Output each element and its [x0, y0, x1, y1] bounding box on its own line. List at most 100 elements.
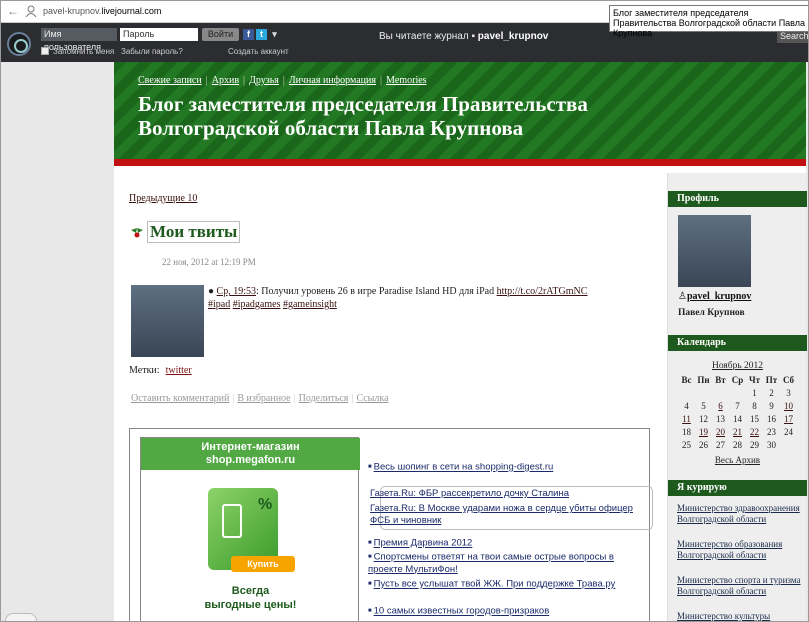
ad-block: Интернет-магазин shop.megafon.ru % Купить… — [129, 428, 653, 621]
ad-link[interactable]: Газета.Ru: ФБР рассекретило дочку Сталин… — [370, 488, 645, 500]
previous-entries-link[interactable]: Предыдущие 10 — [129, 193, 197, 204]
calendar-day[interactable]: 19 — [695, 425, 712, 438]
user-icon — [25, 5, 37, 17]
calendar-day: 5 — [701, 400, 706, 411]
comment-link[interactable]: Оставить комментарий — [131, 393, 229, 404]
calendar-day: 1 — [752, 387, 757, 398]
calendar-day: 23 — [767, 426, 776, 437]
nav-memories[interactable]: Memories — [386, 75, 427, 86]
sidebar: Профиль ♙pavel_krupnov Павел Крупнов Кал… — [667, 173, 807, 621]
post-title[interactable]: Мои твиты — [147, 221, 241, 243]
title-tooltip: Блог заместителя председателя Правительс… — [609, 5, 808, 38]
ad-link[interactable]: Газета.Ru: В Москве ударами ножа в сердц… — [370, 503, 645, 527]
journal-user-icon: ▪ — [471, 31, 475, 42]
calendar-day: 13 — [716, 413, 725, 424]
calendar-day: 2 — [769, 387, 774, 398]
browser-window: ← pavel-krupnov.livejournal.com Блог зам… — [0, 0, 809, 622]
calendar-day[interactable]: 22 — [746, 425, 763, 438]
scroll-handle[interactable] — [5, 613, 37, 621]
calendar-empty — [729, 386, 746, 399]
holly-icon — [131, 228, 143, 238]
curated-link[interactable]: Министерство культуры — [677, 611, 802, 621]
tag-link[interactable]: twitter — [166, 365, 192, 376]
username-input[interactable]: Имя пользователя — [41, 28, 117, 52]
hashtag-link[interactable]: #ipadgames — [233, 299, 281, 310]
url-text[interactable]: pavel-krupnov.livejournal.com — [43, 6, 161, 16]
ad-link[interactable]: Премия Дарвина 2012 — [368, 537, 648, 550]
weekday-label: Вс — [681, 374, 692, 385]
calendar-heading: Календарь — [668, 335, 807, 351]
blog-nav: Свежие записи | Архив | Друзья | Личная информ… — [138, 75, 427, 86]
archive-link[interactable]: Весь Архив — [668, 455, 807, 465]
calendar-day: 25 — [682, 439, 691, 450]
twitter-icon[interactable]: t — [256, 29, 267, 40]
curate-heading: Я курирую — [668, 480, 807, 496]
create-account-link[interactable]: Создать аккаунт — [228, 47, 289, 56]
megafon-banner[interactable]: Интернет-магазин shop.megafon.ru % Купить… — [140, 437, 360, 621]
nav-archive[interactable]: Архив — [212, 75, 239, 86]
ad-link[interactable]: Весь шопинг в сети на shopping-digest.ru — [368, 461, 648, 474]
post-actions: Оставить комментарий | В избранное | Поделит… — [131, 393, 389, 404]
calendar-day[interactable]: 6 — [712, 399, 729, 412]
weekday-label: Чт — [748, 374, 761, 385]
weekday-label: Сб — [782, 374, 795, 385]
journal-user-link[interactable]: pavel_krupnov — [478, 31, 549, 42]
profile-photo[interactable] — [678, 215, 751, 287]
calendar-day: 27 — [716, 439, 725, 450]
calendar-day: 16 — [767, 413, 776, 424]
ad-link[interactable]: 10 самых известных городов-призраков — [368, 605, 648, 618]
calendar-day[interactable]: 17 — [780, 412, 797, 425]
chevron-down-icon[interactable]: ▾ — [269, 29, 280, 40]
calendar-day: 4 — [684, 400, 689, 411]
profile-username[interactable]: ♙pavel_krupnov — [678, 291, 751, 302]
curated-link[interactable]: Министерство здравоохранения Волгоградск… — [677, 503, 802, 525]
nav-profile[interactable]: Личная информация — [289, 75, 376, 86]
forgot-password-link[interactable]: Забыли пароль? — [121, 47, 183, 56]
calendar-day[interactable]: 11 — [678, 412, 695, 425]
user-icon: ♙ — [678, 291, 687, 302]
hashtag-link[interactable]: #gameinsight — [283, 299, 337, 310]
calendar-month[interactable]: Ноябрь 2012 — [668, 361, 807, 371]
calendar-empty — [678, 386, 695, 399]
calendar-day: 14 — [733, 413, 742, 424]
calendar-empty — [695, 386, 712, 399]
calendar-empty — [712, 386, 729, 399]
facebook-icon[interactable]: f — [243, 29, 254, 40]
livejournal-logo-icon[interactable] — [7, 32, 31, 56]
calendar-day: 9 — [769, 400, 774, 411]
back-arrow-icon[interactable]: ← — [7, 4, 19, 18]
calendar-day[interactable]: 21 — [729, 425, 746, 438]
nav-recent[interactable]: Свежие записи — [138, 75, 202, 86]
password-input[interactable]: Пароль — [120, 28, 198, 41]
tweet-time-link[interactable]: Ср, 19:53 — [217, 286, 256, 297]
share-link[interactable]: Поделиться — [299, 393, 349, 404]
weekday-label: Пт — [765, 374, 778, 385]
main-content: Предыдущие 10 Мои твиты 22 ноя, 2012 at … — [114, 173, 667, 621]
nav-friends[interactable]: Друзья — [249, 75, 279, 86]
ad-link[interactable]: Спортсмены ответят на твои самые острые … — [368, 551, 648, 576]
author-photo — [131, 285, 204, 357]
login-button[interactable]: Войти — [202, 28, 239, 41]
tweet-url-link[interactable]: http://t.co/2rATGmNC — [497, 286, 588, 297]
remember-checkbox[interactable] — [41, 47, 49, 55]
calendar-table: Вс Пн Вт Ср Чт Пт Сб 1 2 3 4 5 6 7 8 9 10 11 12 13 14 15 16 17… — [678, 373, 797, 451]
blog-title: Блог заместителя председателя Правительс… — [138, 92, 588, 140]
favorite-link[interactable]: В избранное — [237, 393, 290, 404]
buy-button[interactable]: Купить — [231, 556, 295, 572]
calendar-day: 26 — [699, 439, 708, 450]
left-margin — [1, 62, 114, 621]
curated-link[interactable]: Министерство спорта и туризма Волгоградс… — [677, 575, 802, 597]
reading-journal: Вы читаете журнал ▪ pavel_krupnov — [379, 31, 549, 42]
permalink-link[interactable]: Ссылка — [356, 393, 388, 404]
calendar-day: 24 — [784, 426, 793, 437]
calendar-day[interactable]: 20 — [712, 425, 729, 438]
calendar-day: 7 — [735, 400, 740, 411]
megafon-header: Интернет-магазин shop.megafon.ru — [141, 438, 360, 470]
calendar-day[interactable]: 10 — [780, 399, 797, 412]
bullet-icon: ● — [208, 286, 215, 297]
hashtag-link[interactable]: #ipad — [208, 299, 230, 310]
curated-link[interactable]: Министерство образования Волгоградской о… — [677, 539, 802, 561]
weekday-label: Ср — [731, 374, 744, 385]
profile-full-name: Павел Крупнов — [678, 308, 745, 318]
ad-link[interactable]: Пусть все услышат твой ЖЖ. При поддержке… — [368, 578, 648, 591]
